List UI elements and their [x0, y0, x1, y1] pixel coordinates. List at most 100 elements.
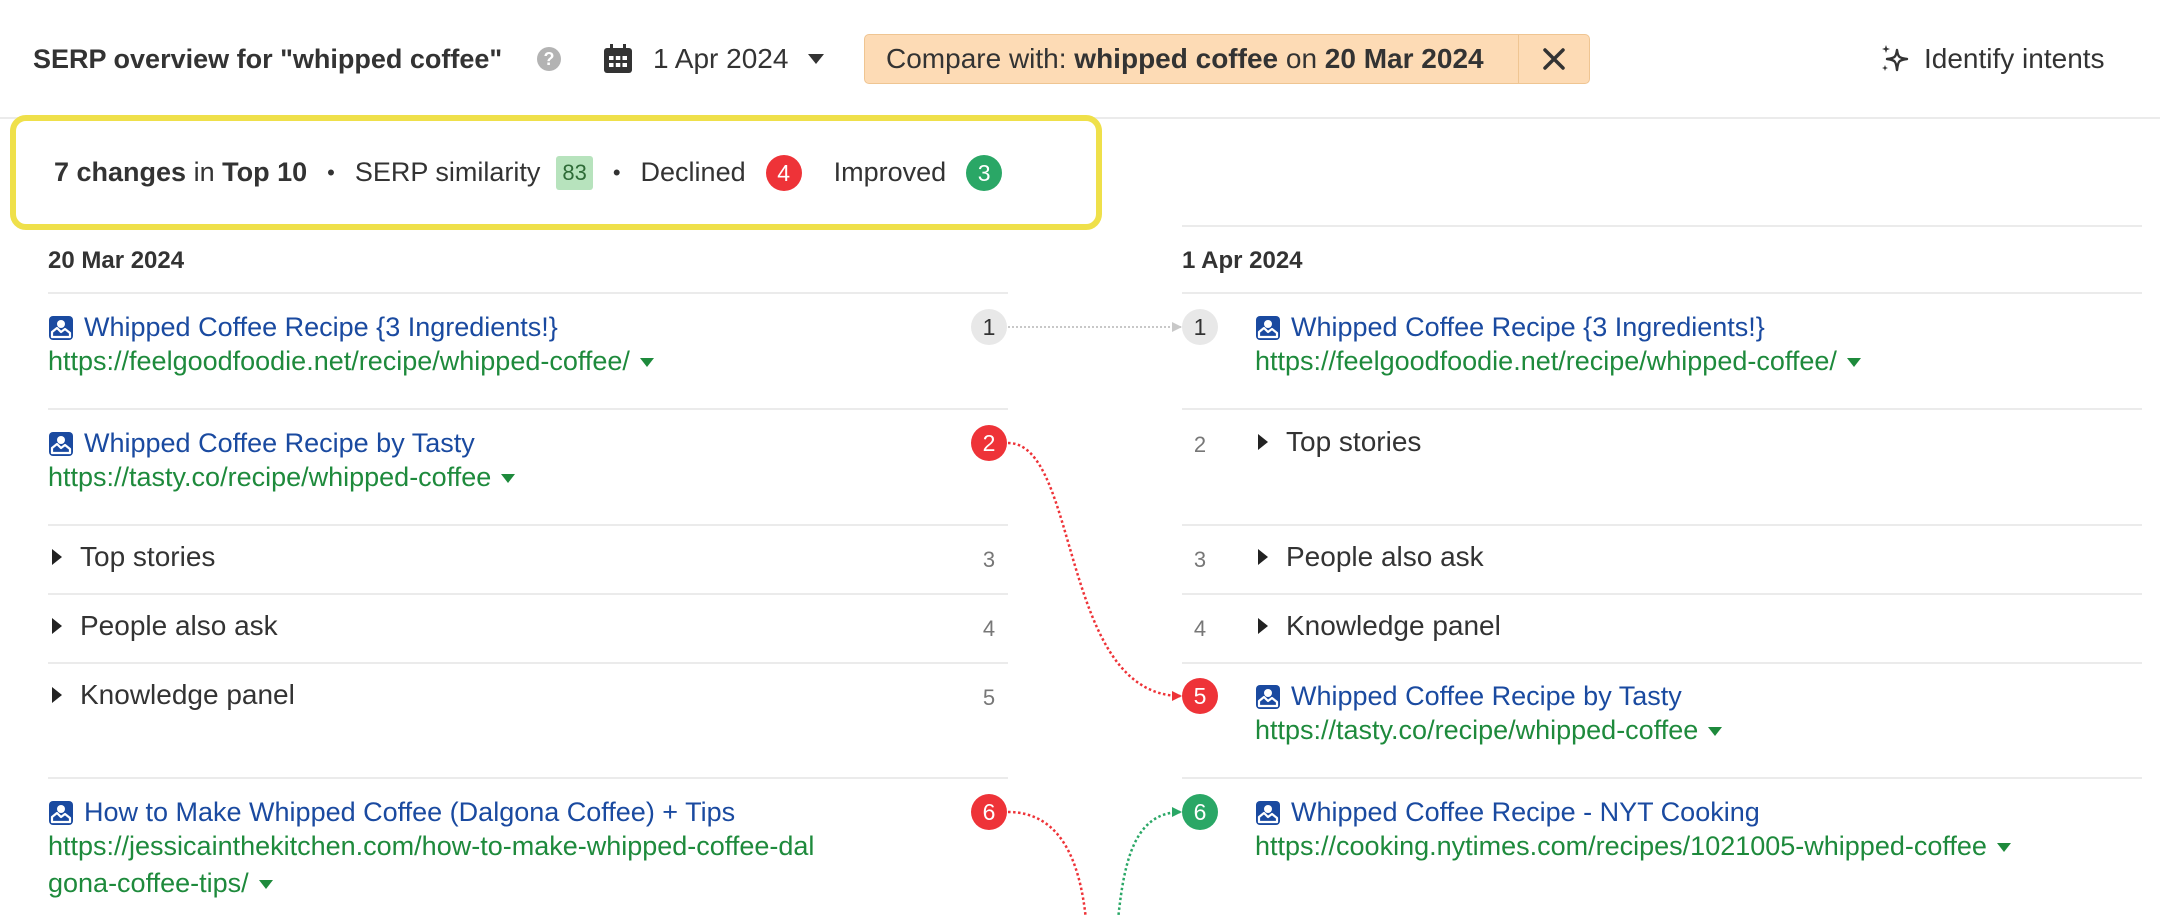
compare-prefix: Compare with:: [886, 43, 1075, 74]
position-number: 3: [982, 547, 996, 572]
divider: [48, 524, 1008, 526]
position-number: 4: [982, 616, 996, 641]
changes-summary: 7 changes in Top 10 • SERP similarity 83…: [10, 115, 1102, 230]
serp-similarity-badge: 83: [556, 155, 593, 190]
connector-declined: [1007, 441, 1182, 701]
result-title: Whipped Coffee Recipe - NYT Cooking: [1291, 797, 1760, 827]
divider: [1182, 524, 2142, 526]
serp-feature-top-stories[interactable]: Top stories: [1258, 426, 1421, 458]
divider: [48, 662, 1008, 664]
caret-down-icon[interactable]: [1996, 843, 2011, 853]
result-title: How to Make Whipped Coffee (Dalgona Coff…: [84, 797, 736, 827]
declined-label: Declined: [640, 157, 746, 187]
expand-triangle-icon: [1258, 549, 1268, 565]
result-title-link[interactable]: How to Make Whipped Coffee (Dalgona Coff…: [48, 797, 814, 828]
connector-improved: [1117, 807, 1182, 916]
result-title-link[interactable]: Whipped Coffee Recipe {3 Ingredients!}: [48, 312, 654, 343]
improved-count-badge: 3: [966, 154, 1003, 191]
caret-down-icon[interactable]: [1708, 727, 1723, 737]
expand-triangle-icon: [1258, 618, 1268, 634]
result-title-link[interactable]: Whipped Coffee Recipe by Tasty: [48, 428, 515, 459]
compare-date: 20 Mar 2024: [1324, 43, 1484, 74]
identify-intents-button[interactable]: Identify intents: [1880, 40, 2105, 78]
expand-triangle-icon: [52, 549, 62, 565]
date-picker[interactable]: 1 Apr 2024: [603, 40, 825, 78]
compare-with-chip: Compare with: whipped coffee on 20 Mar 2…: [864, 34, 1590, 84]
url-text: https://tasty.co/recipe/whipped-coffee: [1255, 715, 1699, 745]
compare-keyword: whipped coffee: [1074, 43, 1279, 74]
changes-count: 7 changes: [54, 157, 187, 187]
url-text: https://feelgoodfoodie.net/recipe/whippe…: [48, 346, 630, 376]
left-column-date: 20 Mar 2024: [48, 247, 185, 274]
expand-triangle-icon: [52, 618, 62, 634]
result-title-link[interactable]: Whipped Coffee Recipe - NYT Cooking: [1255, 797, 2011, 828]
remove-compare-button[interactable]: [1518, 35, 1589, 83]
compare-on: on: [1278, 43, 1325, 74]
url-text: https://tasty.co/recipe/whipped-coffee: [48, 462, 492, 492]
result-url[interactable]: https://feelgoodfoodie.net/recipe/whippe…: [1255, 343, 1861, 380]
serp-result: Whipped Coffee Recipe by Tasty https://t…: [1255, 681, 1723, 749]
expand-triangle-icon: [1258, 434, 1268, 450]
result-title: Whipped Coffee Recipe by Tasty: [84, 428, 475, 458]
divider: [48, 408, 1008, 410]
result-title-link[interactable]: Whipped Coffee Recipe by Tasty: [1255, 681, 1722, 712]
right-column-date: 1 Apr 2024: [1182, 247, 1303, 274]
divider: [1182, 408, 2142, 410]
help-icon[interactable]: ?: [537, 47, 561, 71]
feature-label: Top stories: [1286, 426, 1422, 457]
position-number: 5: [982, 685, 996, 710]
result-title: Whipped Coffee Recipe {3 Ingredients!}: [1291, 312, 1765, 342]
result-url[interactable]: https://jessicainthekitchen.com/how-to-m…: [48, 828, 814, 902]
image-icon: [1256, 800, 1280, 825]
url-text: https://feelgoodfoodie.net/recipe/whippe…: [1255, 346, 1837, 376]
chevron-down-icon: [808, 54, 825, 64]
serp-feature-knowledge-panel[interactable]: Knowledge panel: [1258, 610, 1501, 642]
position-badge: 1: [1182, 309, 1218, 345]
image-icon: [1256, 684, 1280, 709]
divider: [48, 593, 1008, 595]
divider: [48, 777, 1008, 779]
serp-feature-knowledge-panel[interactable]: Knowledge panel: [52, 679, 295, 711]
image-icon: [49, 315, 73, 340]
divider: [48, 292, 1008, 294]
separator: •: [612, 159, 621, 185]
result-url[interactable]: https://cooking.nytimes.com/recipes/1021…: [1255, 828, 2011, 865]
feature-label: Top stories: [80, 541, 216, 572]
position-badge-declined: 2: [971, 425, 1007, 461]
caret-down-icon[interactable]: [639, 358, 654, 368]
position-number: 4: [1193, 616, 1207, 641]
position-badge-improved: 6: [1182, 794, 1218, 830]
url-text-continued: gona-coffee-tips/: [48, 868, 249, 898]
improved-label: Improved: [833, 157, 947, 187]
close-icon: [1543, 48, 1565, 70]
connector-declined: [1007, 810, 1087, 916]
divider: [1182, 662, 2142, 664]
serp-feature-people-also-ask[interactable]: People also ask: [52, 610, 278, 642]
result-url[interactable]: https://tasty.co/recipe/whipped-coffee: [1255, 712, 1723, 749]
feature-label: People also ask: [1286, 541, 1484, 572]
declined-count-badge: 4: [765, 154, 802, 191]
result-url[interactable]: https://tasty.co/recipe/whipped-coffee: [48, 459, 516, 496]
result-title: Whipped Coffee Recipe {3 Ingredients!}: [84, 312, 558, 342]
result-url[interactable]: https://feelgoodfoodie.net/recipe/whippe…: [48, 343, 654, 380]
sparkles-icon: [1882, 45, 1909, 72]
caret-down-icon[interactable]: [1846, 358, 1861, 368]
serp-feature-top-stories[interactable]: Top stories: [52, 541, 215, 573]
compare-text: Compare with: whipped coffee on 20 Mar 2…: [865, 43, 1518, 75]
identify-intents-label: Identify intents: [1924, 43, 2105, 74]
position-badge-declined: 5: [1182, 678, 1218, 714]
serp-feature-people-also-ask[interactable]: People also ask: [1258, 541, 1484, 573]
changes-scope: Top 10: [222, 157, 308, 187]
url-text: https://jessicainthekitchen.com/how-to-m…: [48, 831, 815, 861]
divider: [1182, 593, 2142, 595]
page-title: SERP overview for "whipped coffee": [33, 44, 503, 74]
image-icon: [1256, 315, 1280, 340]
position-number: 2: [1193, 432, 1207, 457]
caret-down-icon[interactable]: [258, 880, 273, 890]
result-title-link[interactable]: Whipped Coffee Recipe {3 Ingredients!}: [1255, 312, 1861, 343]
feature-label: People also ask: [80, 610, 278, 641]
changes-in: in: [186, 157, 223, 187]
caret-down-icon[interactable]: [501, 474, 516, 484]
image-icon: [49, 431, 73, 456]
separator: •: [327, 159, 335, 185]
